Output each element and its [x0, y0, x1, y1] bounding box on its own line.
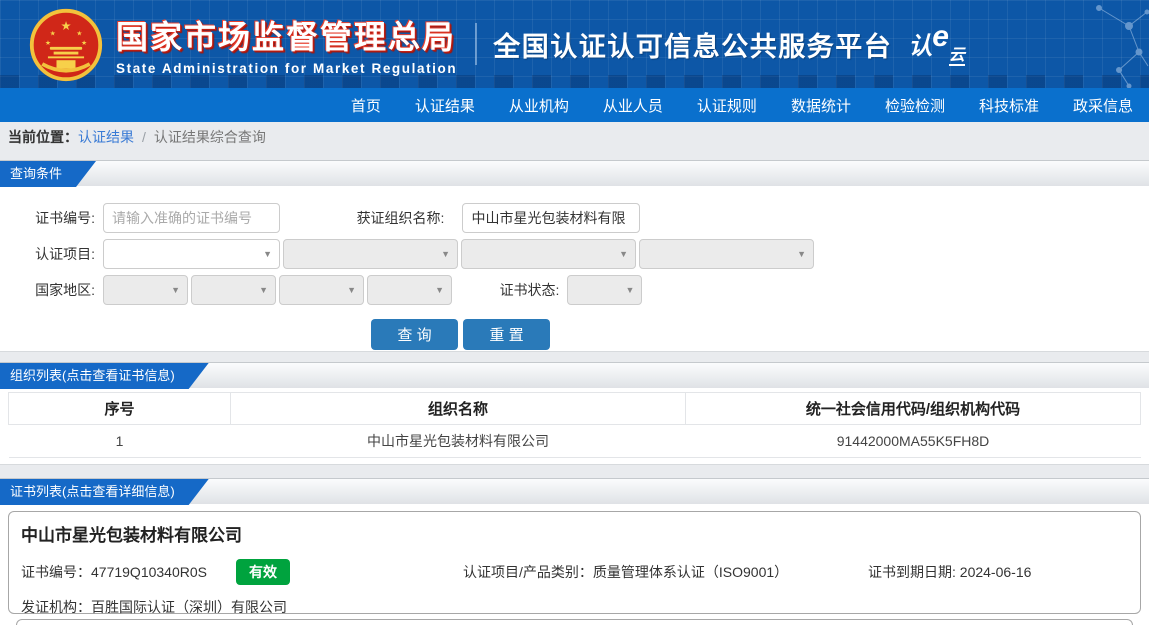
col-header-credit-code: 统一社会信用代码/组织机构代码	[685, 392, 1141, 425]
chevron-down-icon: ▼	[625, 285, 635, 295]
org-title-block: 国家市场监督管理总局 State Administration for Mark…	[116, 12, 457, 76]
org-name-cn: 国家市场监督管理总局	[116, 19, 457, 55]
table-row[interactable]: 1 中山市星光包装材料有限公司 91442000MA55K5FH8D	[8, 424, 1141, 458]
cert-project-value: 质量管理体系认证（ISO9001）	[592, 564, 789, 580]
nav-item-home[interactable]: 首页	[351, 95, 381, 116]
cert-card[interactable]: 中山市星光包装材料有限公司 证书编号：47719Q10340R0S 有效 认证项…	[8, 511, 1141, 617]
site-header: ★ ★ ★ ★ ★ 国家市场监督管理总局 State Administration …	[0, 0, 1149, 88]
header-divider	[475, 23, 478, 65]
nav-item-agencies[interactable]: 从业机构	[509, 95, 569, 116]
ren-e-yun-logo-icon: 认e云	[908, 20, 965, 66]
cert-list: 中山市星光包装材料有限公司 证书编号：47719Q10340R0S 有效 认证项…	[0, 504, 1149, 625]
chevron-down-icon: ▼	[259, 285, 268, 295]
next-cert-card-partial[interactable]	[16, 619, 1133, 625]
national-emblem-icon: ★ ★ ★ ★ ★	[29, 8, 103, 82]
country-select-1[interactable]: ▼	[103, 275, 188, 305]
chevron-down-icon: ▼	[435, 285, 444, 295]
cert-issuer-value: 百胜国际认证（深圳）有限公司	[91, 599, 287, 615]
cell-credit-code: 91442000MA55K5FH8D	[685, 424, 1141, 458]
cert-no-label: 证书编号:	[35, 210, 95, 226]
cell-org-name: 中山市星光包装材料有限公司	[230, 424, 686, 458]
org-name-label: 获证组织名称:	[356, 210, 445, 226]
cert-no-field-label: 证书编号：	[21, 564, 91, 580]
org-name-input[interactable]	[462, 203, 641, 233]
cert-project-field: 认证项目/产品类别：质量管理体系认证（ISO9001）	[463, 562, 868, 582]
nav-item-procurement[interactable]: 政采信息	[1073, 95, 1133, 116]
page: ★ ★ ★ ★ ★ 国家市场监督管理总局 State Administration …	[0, 0, 1149, 625]
country-select-4[interactable]: ▼	[367, 275, 452, 305]
cert-list-section-title: 证书列表(点击查看详细信息)	[0, 479, 209, 505]
breadcrumb-label: 当前位置：	[8, 129, 78, 145]
org-name-en: State Administration for Market Regulati…	[116, 61, 458, 76]
status-badge: 有效	[236, 559, 290, 585]
org-list-table-wrap: 序号 组织名称 统一社会信用代码/组织机构代码 1 中山市星光包装材料有限公司 …	[0, 388, 1149, 465]
reset-button[interactable]: 重 置	[463, 319, 550, 350]
cell-index: 1	[8, 424, 231, 458]
nav-item-statistics[interactable]: 数据统计	[791, 95, 851, 116]
main-nav: 首页 认证结果 从业机构 从业人员 认证规则 数据统计 检验检测 科技标准 政采…	[0, 88, 1149, 122]
country-select-3[interactable]: ▼	[279, 275, 364, 305]
chevron-down-icon: ▼	[797, 249, 806, 259]
org-list-table: 序号 组织名称 统一社会信用代码/组织机构代码 1 中山市星光包装材料有限公司 …	[8, 392, 1141, 458]
cert-no-field: 证书编号：47719Q10340R0S	[21, 562, 207, 582]
svg-text:★: ★	[76, 31, 82, 38]
cert-project-field-label: 认证项目/产品类别：	[463, 564, 593, 580]
breadcrumb-separator: /	[142, 129, 146, 145]
cert-project-select-4[interactable]: ▼	[639, 239, 814, 269]
cert-list-section-header: 证书列表(点击查看详细信息)	[0, 478, 1149, 504]
cert-issuer-field-label: 发证机构：	[21, 599, 91, 615]
nav-item-cert-rules[interactable]: 认证规则	[697, 95, 757, 116]
country-region-label: 国家地区:	[35, 282, 95, 298]
cert-status-select[interactable]: ▼	[567, 275, 643, 305]
cert-project-select-3[interactable]: ▼	[461, 239, 636, 269]
cert-expiry-field: 证书到期日期: 2024-06-16	[868, 562, 1031, 582]
chevron-down-icon: ▼	[347, 285, 356, 295]
chevron-down-icon: ▼	[263, 249, 272, 259]
org-list-section-header: 组织列表(点击查看证书信息)	[0, 362, 1149, 388]
org-list-section-title: 组织列表(点击查看证书信息)	[0, 363, 209, 389]
cert-project-select-1[interactable]: ▼	[103, 239, 280, 269]
nav-item-personnel[interactable]: 从业人员	[603, 95, 663, 116]
nav-item-inspection[interactable]: 检验检测	[885, 95, 945, 116]
platform-title: 全国认证认可信息公共服务平台	[493, 31, 893, 62]
chevron-down-icon: ▼	[619, 249, 628, 259]
table-header-row: 序号 组织名称 统一社会信用代码/组织机构代码	[8, 392, 1141, 425]
chevron-down-icon: ▼	[441, 249, 450, 259]
query-form: 证书编号: 获证组织名称: 认证项目: ▼ ▼ ▼ ▼ 国家地区: ▼ ▼ ▼ ▼ 证书状态: ▼…	[0, 186, 1149, 352]
col-header-index: 序号	[8, 392, 231, 425]
query-button[interactable]: 查 询	[371, 319, 458, 350]
country-select-2[interactable]: ▼	[191, 275, 276, 305]
query-section-header: 查询条件	[0, 160, 1149, 186]
breadcrumb: 当前位置： 认证结果 / 认证结果综合查询	[0, 122, 1149, 152]
cert-card-org-name: 中山市星光包装材料有限公司	[21, 526, 242, 545]
cert-project-select-2[interactable]: ▼	[283, 239, 458, 269]
breadcrumb-current: 认证结果综合查询	[153, 129, 266, 145]
cert-issuer-field: 发证机构：百胜国际认证（深圳）有限公司	[21, 597, 1128, 617]
nav-item-tech-standards[interactable]: 科技标准	[979, 95, 1039, 116]
svg-text:★: ★	[50, 31, 56, 38]
col-header-org-name: 组织名称	[230, 392, 686, 425]
nav-item-cert-results[interactable]: 认证结果	[415, 95, 475, 116]
cert-expiry-field-label: 证书到期日期:	[868, 564, 960, 580]
query-section-title: 查询条件	[0, 161, 96, 187]
cert-no-value: 47719Q10340R0S	[91, 564, 207, 580]
cert-status-label: 证书状态:	[499, 282, 560, 298]
breadcrumb-link-cert-results[interactable]: 认证结果	[78, 127, 134, 147]
svg-text:★: ★	[60, 19, 71, 33]
cert-expiry-value: 2024-06-16	[959, 564, 1032, 580]
svg-text:★: ★	[81, 40, 87, 47]
cert-project-label: 认证项目:	[35, 246, 95, 262]
chevron-down-icon: ▼	[171, 285, 180, 295]
cert-no-input[interactable]	[103, 203, 280, 233]
svg-text:★: ★	[45, 40, 51, 47]
